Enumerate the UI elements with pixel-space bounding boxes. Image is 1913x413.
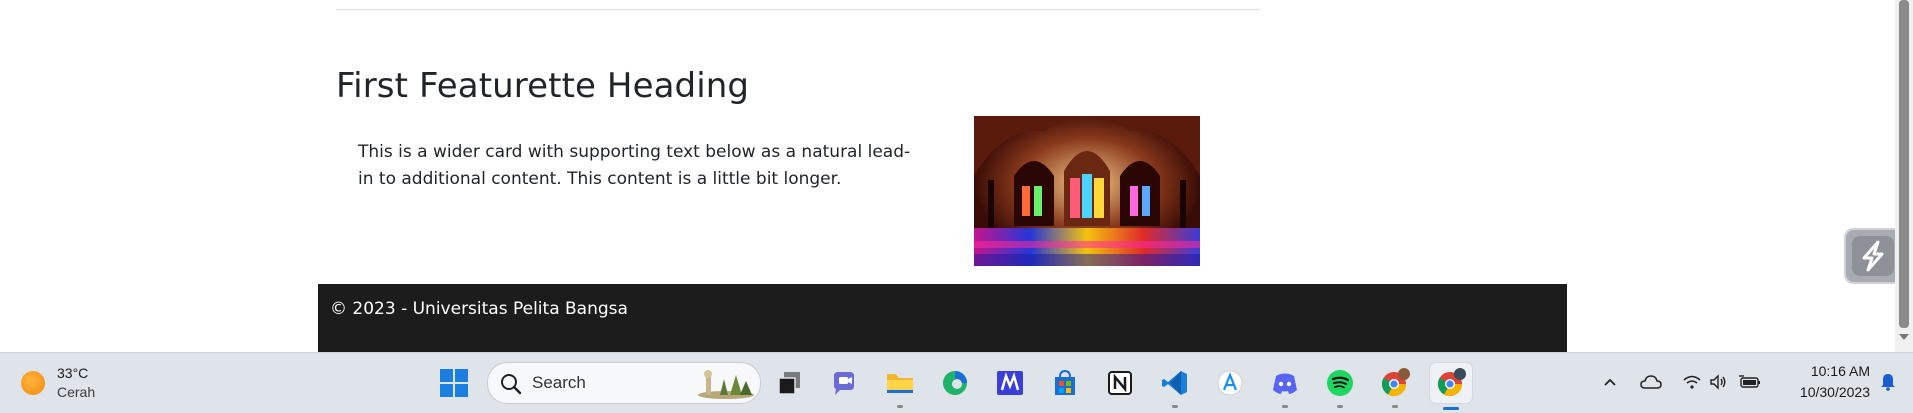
- chat-camera-icon: [834, 372, 854, 395]
- search-placeholder: Search: [532, 373, 586, 392]
- chevron-up-icon: [1604, 378, 1616, 386]
- weather-condition: Cerah: [57, 384, 96, 400]
- chrome-icon: [1381, 368, 1410, 397]
- notifications-button[interactable]: [1876, 370, 1900, 394]
- taskbar-store[interactable]: [1047, 365, 1083, 401]
- onedrive-button[interactable]: [1639, 370, 1663, 394]
- taskbar-discord[interactable]: [1267, 365, 1303, 408]
- taskbar-notion[interactable]: [1102, 365, 1138, 401]
- network-button[interactable]: [1680, 370, 1704, 394]
- start-button[interactable]: [436, 365, 472, 401]
- taskbar-spotify[interactable]: [1322, 365, 1358, 408]
- search-highlight-art-icon: [698, 370, 754, 399]
- floating-extension-button[interactable]: [1844, 228, 1895, 284]
- discord-icon: [1273, 373, 1297, 394]
- lightning-icon: [1852, 236, 1894, 276]
- running-indicator: [1282, 405, 1288, 408]
- vscode-icon: [1162, 371, 1187, 395]
- featurette-heading: First Featurette Heading: [336, 66, 750, 106]
- browser-viewport: First Featurette Heading This is a wider…: [0, 0, 1895, 352]
- spotify-icon: [1327, 370, 1353, 396]
- page-footer: © 2023 - Universitas Pelita Bangsa: [318, 284, 1567, 352]
- battery-button[interactable]: [1738, 370, 1762, 394]
- taskbar-chat[interactable]: [827, 365, 863, 401]
- taskbar: 33°C Cerah Search 10:16 AM 10/30/2023: [0, 352, 1913, 413]
- running-indicator: [1337, 405, 1343, 408]
- battery-icon: [1739, 375, 1760, 388]
- search-icon: [501, 374, 522, 395]
- scroll-down-arrow-icon[interactable]: [1899, 334, 1909, 340]
- section-divider: [336, 9, 1260, 10]
- wifi-icon: [1683, 375, 1701, 389]
- edge-browser-icon: [943, 371, 967, 395]
- active-indicator: [1443, 407, 1459, 410]
- chrome-icon: [1437, 368, 1466, 397]
- volume-button[interactable]: [1706, 370, 1730, 394]
- taskbar-edge[interactable]: [937, 365, 973, 401]
- clock-date[interactable]: 10/30/2023: [1770, 384, 1870, 400]
- running-indicator: [1172, 405, 1178, 408]
- taskbar-chrome-profile-2[interactable]: [1430, 363, 1472, 410]
- footer-copyright: © 2023 - Universitas Pelita Bangsa: [330, 299, 628, 319]
- notification-bell-icon: [1881, 374, 1895, 391]
- scrollbar-thumb[interactable]: [1899, 0, 1909, 328]
- clock-time[interactable]: 10:16 AM: [1780, 363, 1870, 379]
- folder-icon: [887, 374, 913, 393]
- sun-icon: [21, 371, 45, 395]
- page-scrollbar[interactable]: [1895, 0, 1913, 352]
- featurette-image: [974, 116, 1200, 266]
- taskbar-search[interactable]: Search: [487, 362, 761, 404]
- task-view-icon: [778, 372, 800, 395]
- a-store-icon: [1217, 370, 1243, 396]
- m-logo-icon: [997, 371, 1023, 395]
- cloud-icon: [1640, 375, 1662, 389]
- weather-widget[interactable]: 33°C Cerah: [18, 363, 128, 403]
- card-text: This is a wider card with supporting tex…: [358, 142, 911, 189]
- taskbar-vscode[interactable]: [1157, 365, 1193, 408]
- notion-icon: [1108, 371, 1132, 395]
- store-bag-icon: [1055, 369, 1075, 395]
- taskbar-dev-app[interactable]: [992, 365, 1028, 401]
- speaker-icon: [1710, 374, 1726, 390]
- taskbar-chrome-profile-1[interactable]: [1377, 365, 1413, 408]
- show-hidden-icons[interactable]: [1598, 370, 1622, 394]
- running-indicator: [897, 405, 903, 408]
- taskbar-file-explorer[interactable]: [882, 365, 918, 408]
- taskbar-app-store[interactable]: [1212, 365, 1248, 401]
- weather-temp: 33°C: [57, 365, 89, 381]
- taskview-button[interactable]: [772, 365, 808, 401]
- running-indicator: [1392, 405, 1398, 408]
- windows-logo-icon: [440, 369, 468, 397]
- mosque-interior-photo: [974, 116, 1200, 266]
